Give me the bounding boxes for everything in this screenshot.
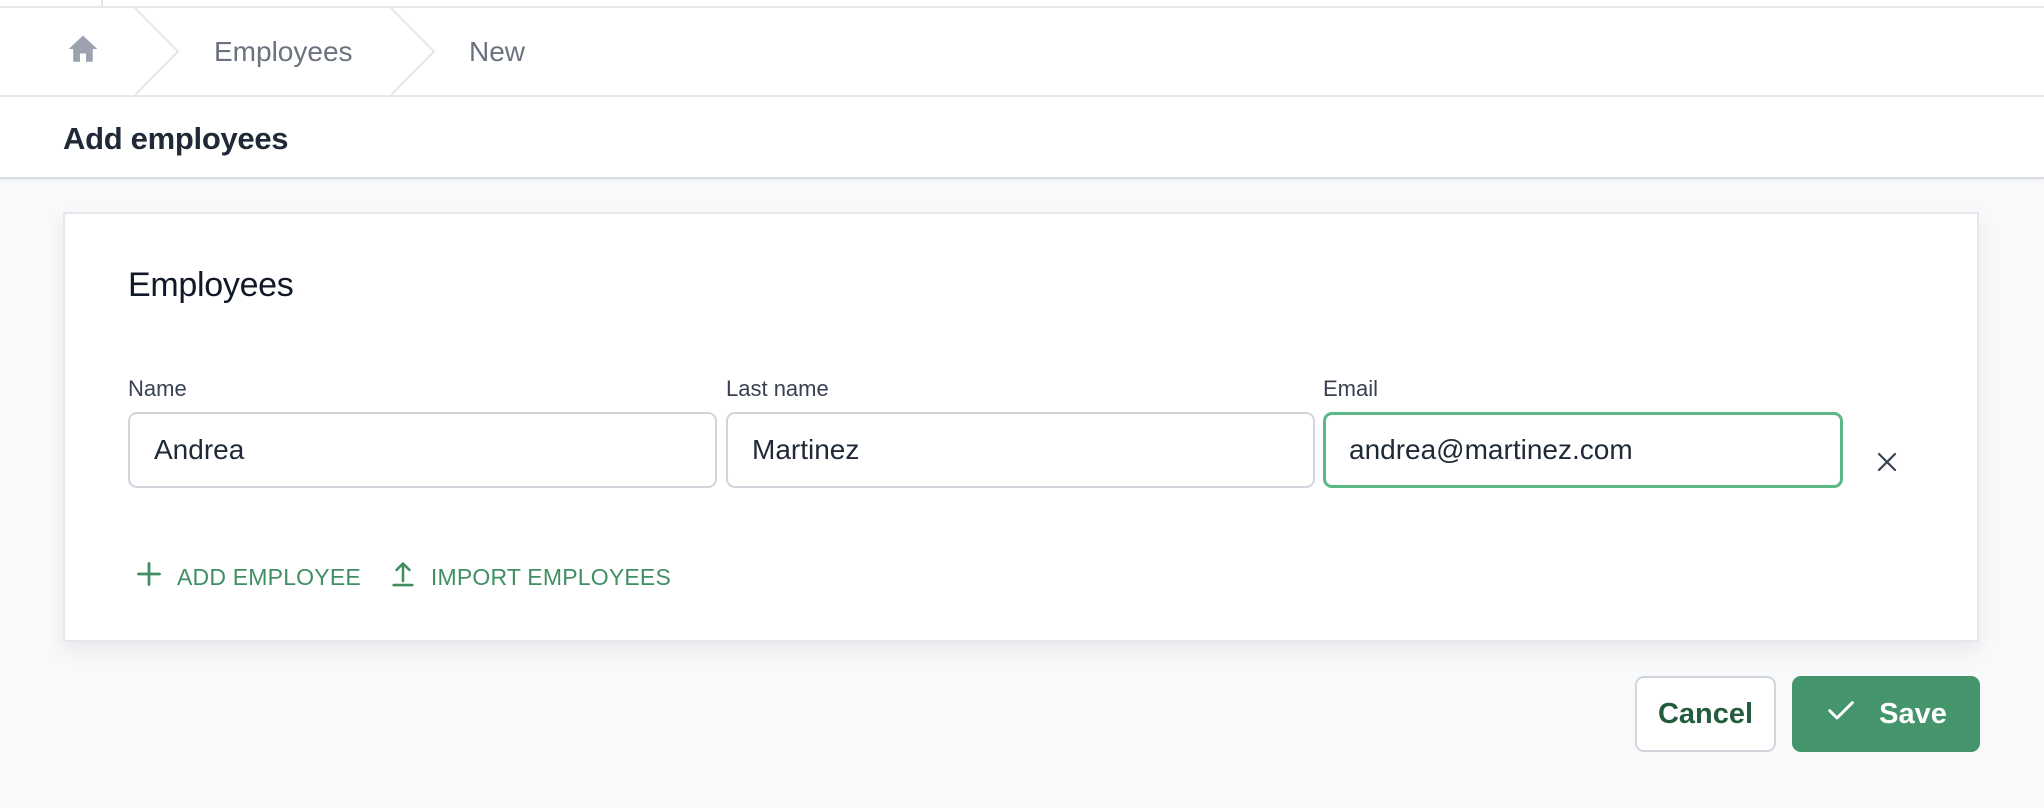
breadcrumb: Employees New (0, 8, 2044, 97)
top-strip (0, 0, 2044, 8)
remove-employee-button[interactable] (1865, 442, 1909, 486)
upload-icon (389, 560, 417, 594)
add-employee-button[interactable]: Add employee (135, 560, 361, 594)
breadcrumb-item-new: New (469, 8, 525, 95)
employee-actions: Add employee Import employees (135, 560, 671, 594)
plus-icon (135, 560, 163, 594)
import-employees-button[interactable]: Import employees (389, 560, 671, 594)
last-name-label: Last name (726, 376, 829, 401)
breadcrumb-label: Employees (214, 35, 353, 67)
last-name-field: Last name (726, 376, 1315, 488)
import-employees-label: Import employees (430, 563, 671, 590)
name-label: Name (128, 376, 187, 401)
breadcrumb-separator (134, 8, 180, 95)
breadcrumb-item-employees[interactable]: Employees (214, 8, 353, 95)
top-divider (101, 0, 103, 6)
email-input[interactable] (1323, 412, 1843, 488)
email-label: Email (1323, 376, 1379, 401)
home-icon (65, 31, 101, 72)
last-name-input[interactable] (726, 412, 1315, 488)
employees-card: Employees Name Last name Email Add emplo… (63, 212, 1979, 642)
breadcrumb-separator (390, 8, 436, 95)
breadcrumb-home[interactable] (58, 8, 108, 95)
page-header: Add employees (0, 97, 2044, 179)
check-icon (1825, 694, 1857, 734)
email-field: Email (1323, 376, 1843, 488)
close-icon (1875, 450, 1899, 479)
add-employee-label: Add employee (177, 563, 361, 590)
breadcrumb-label: New (469, 35, 526, 67)
save-label: Save (1879, 697, 1947, 730)
save-button[interactable]: Save (1792, 676, 1980, 752)
page-title: Add employees (63, 121, 289, 156)
name-field: Name (128, 376, 717, 488)
name-input[interactable] (128, 412, 717, 488)
card-title: Employees (128, 266, 294, 304)
cancel-button[interactable]: Cancel (1635, 676, 1776, 752)
